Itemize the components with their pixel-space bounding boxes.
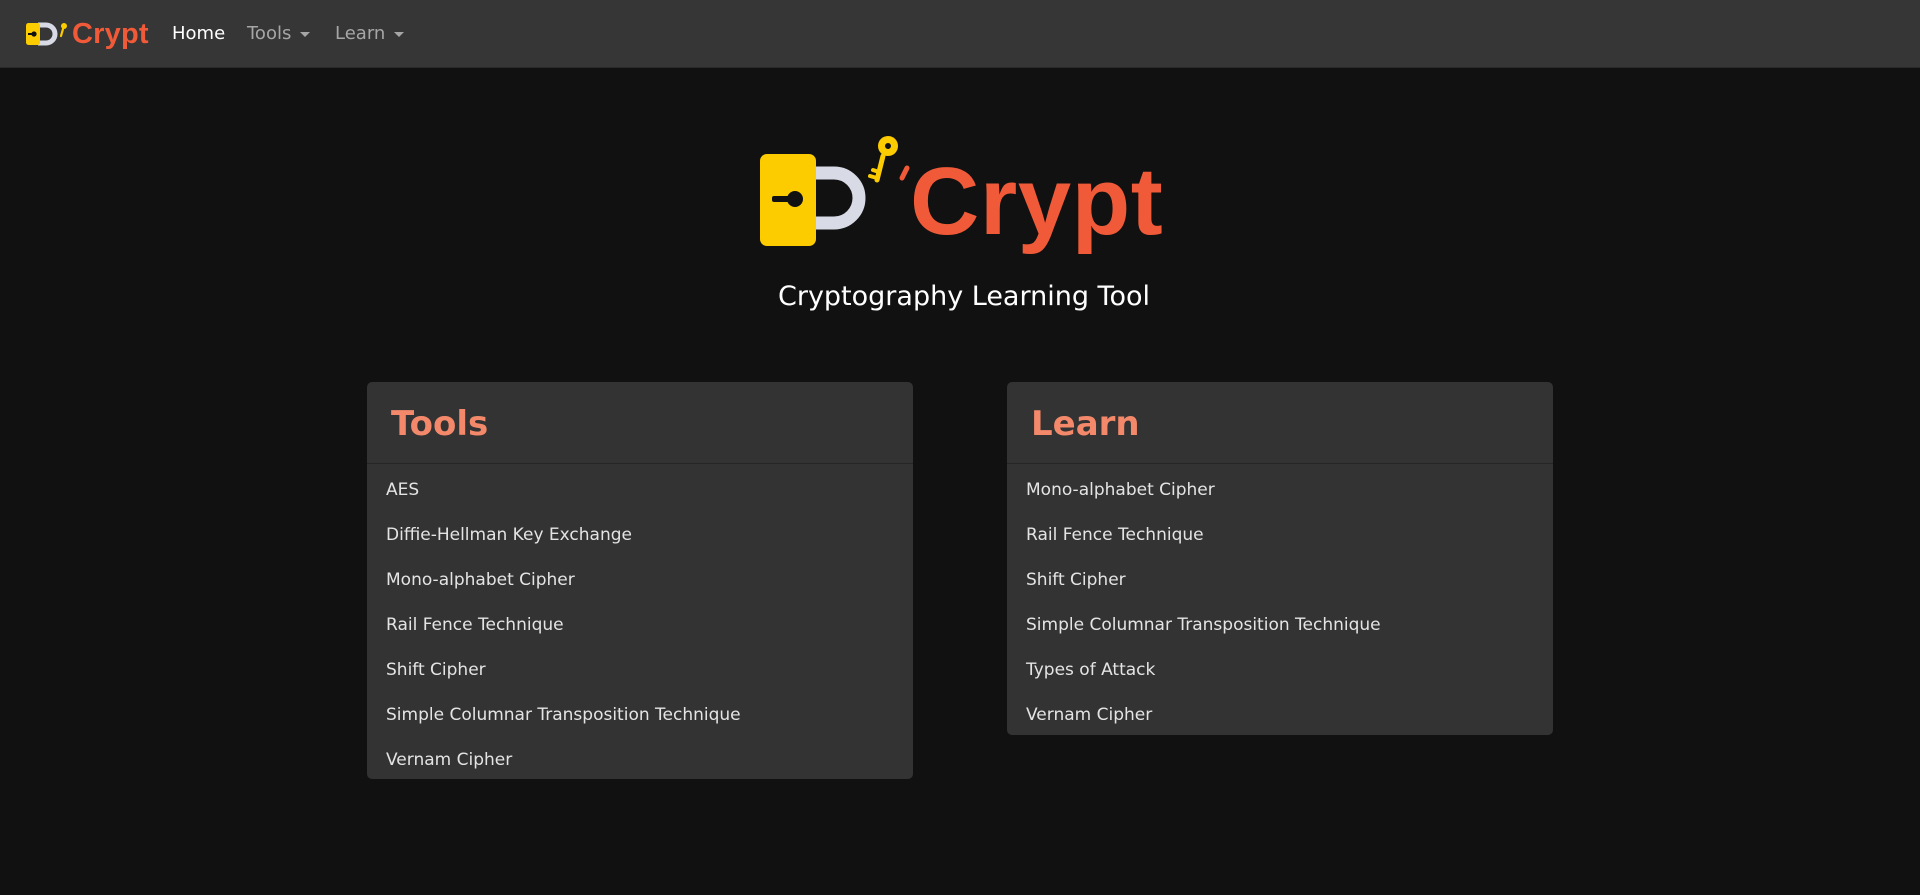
learn-list-item[interactable]: Types of Attack [1007, 648, 1553, 693]
learn-list-item[interactable]: Vernam Cipher [1007, 693, 1553, 735]
tools-list-item[interactable]: Vernam Cipher [367, 738, 913, 779]
learn-list-item[interactable]: Rail Fence Technique [1007, 513, 1553, 558]
learn-list: Mono-alphabet Cipher Rail Fence Techniqu… [1007, 464, 1553, 735]
top-navbar: Crypt Home Tools Learn [0, 0, 1920, 68]
nav-home-link[interactable]: Home [172, 22, 225, 46]
learn-list-item[interactable]: Simple Columnar Transposition Technique [1007, 603, 1553, 648]
tools-list-item[interactable]: AES [367, 468, 913, 513]
hero-logo [756, 134, 916, 254]
brand-name: Crypt [72, 18, 149, 50]
nav-learn-label: Learn [335, 23, 386, 44]
nav-learn-dropdown[interactable]: Learn [335, 22, 405, 46]
learn-card: Learn Mono-alphabet Cipher Rail Fence Te… [1007, 382, 1553, 735]
learn-card-header: Learn [1007, 382, 1553, 464]
tools-list-item[interactable]: Diffie-Hellman Key Exchange [367, 513, 913, 558]
tools-list-item[interactable]: Rail Fence Technique [367, 603, 913, 648]
nav-tools-label: Tools [247, 23, 292, 44]
tools-list: AES Diffie-Hellman Key Exchange Mono-alp… [367, 464, 913, 779]
learn-card-heading: Learn [1031, 403, 1140, 444]
hero-subtitle: Cryptography Learning Tool [777, 281, 1150, 312]
nav-home-label: Home [172, 23, 226, 44]
tools-card-heading: Tools [391, 403, 489, 444]
caret-down-icon [394, 32, 405, 37]
tools-card: Tools AES Diffie-Hellman Key Exchange Mo… [367, 382, 913, 779]
tools-list-item[interactable]: Shift Cipher [367, 648, 913, 693]
learn-list-item[interactable]: Shift Cipher [1007, 558, 1553, 603]
hero-title: Crypt [910, 148, 1164, 255]
caret-down-icon [300, 32, 311, 37]
tools-card-header: Tools [367, 382, 913, 464]
tools-list-item[interactable]: Simple Columnar Transposition Technique [367, 693, 913, 738]
nav-tools-dropdown[interactable]: Tools [247, 22, 311, 46]
padlock-key-icon [26, 16, 72, 52]
brand-link[interactable]: Crypt [26, 16, 149, 52]
tools-list-item[interactable]: Mono-alphabet Cipher [367, 558, 913, 603]
padlock-key-icon [756, 134, 916, 254]
learn-list-item[interactable]: Mono-alphabet Cipher [1007, 468, 1553, 513]
